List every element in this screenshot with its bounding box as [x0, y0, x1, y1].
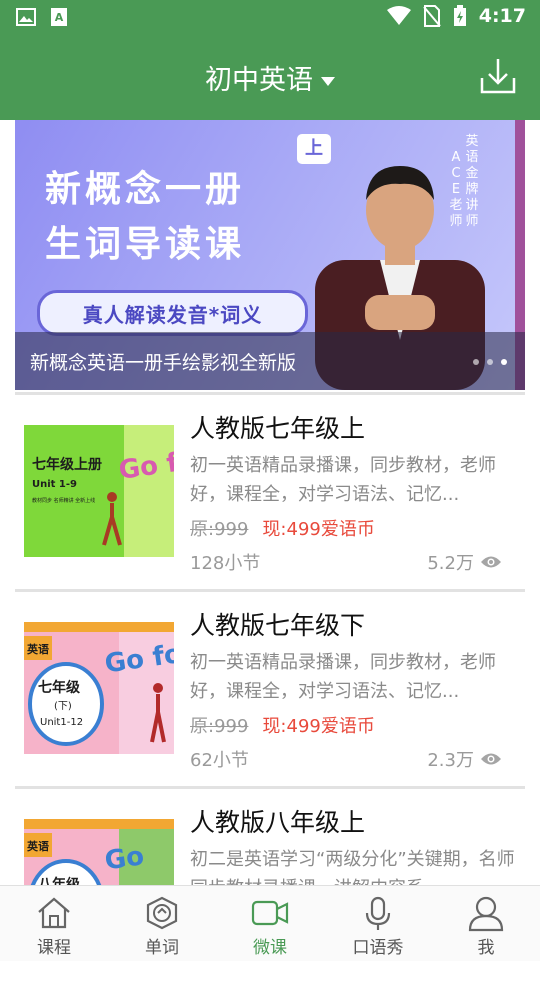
nav-item-microlesson[interactable]: 微课 [216, 886, 324, 961]
video-camera-icon [251, 900, 289, 926]
view-count-value: 5.2万 [427, 553, 474, 574]
current-price: 现:499爱语币 [262, 716, 375, 737]
course-description: 初一英语精品录播课，同步教材，老师好，课程全，对学习语法、记忆... [190, 652, 496, 702]
view-count: 2.3万 [427, 746, 502, 772]
lesson-count: 128小节 [190, 553, 261, 574]
svg-text:A: A [55, 11, 64, 24]
view-count-value: 2.3万 [427, 750, 474, 771]
carousel-dot [487, 359, 493, 365]
eye-icon [481, 753, 501, 765]
carousel-dot [473, 359, 479, 365]
thumb-sub: (下) [54, 701, 72, 712]
course-title: 人教版七年级下 [190, 611, 366, 640]
app-notification-icon: A [51, 8, 67, 26]
banner-line2: 生词导读课 [45, 224, 246, 265]
course-title: 人教版八年级上 [190, 808, 366, 837]
nav-label: 课程 [37, 938, 71, 958]
nav-label: 口语秀 [352, 938, 404, 958]
nav-item-speaking[interactable]: 口语秀 [324, 886, 432, 961]
current-price: 现:499爱语币 [262, 519, 375, 540]
course-price: 原:999 现:499爱语币 [190, 515, 375, 541]
banner-vertical-title: 英语金牌讲师 [465, 134, 479, 229]
thumb-units: Unit 1-9 [32, 479, 77, 490]
thumb-go-text: Go [103, 841, 146, 876]
download-icon[interactable] [478, 56, 518, 96]
thumb-tag: 英语 [26, 839, 49, 853]
promo-banner[interactable]: 新概念一册 生词导读课 上 真人解读发音*词义 英语金牌讲师 ACE老师 新概念… [15, 120, 525, 390]
thumb-title: 七年级 [38, 679, 81, 696]
original-price: 原:999 [190, 716, 249, 737]
user-icon [468, 896, 504, 932]
thumb-tag: 英语 [26, 642, 49, 656]
course-price: 原:999 现:499爱语币 [190, 712, 375, 738]
nav-label: 我 [477, 938, 495, 958]
original-price: 原:999 [190, 519, 249, 540]
carousel-dots [473, 359, 507, 365]
bottom-nav: 课程 单词 微课 口语秀 我 [0, 885, 540, 961]
lesson-count: 62小节 [190, 750, 249, 771]
thumb-title: 七年级上册 [32, 456, 102, 473]
home-icon [38, 897, 70, 929]
word-badge-icon [146, 896, 178, 930]
thumb-units: Unit1-12 [40, 717, 83, 728]
course-description: 初一英语精品录播课，同步教材，老师好，课程全，对学习语法、记忆... [190, 455, 496, 505]
grade-selector[interactable]: 初中英语 [0, 58, 540, 97]
course-item[interactable]: 英语 七年级 (下) Unit1-12 Go for it! 人教版七年级下 初… [0, 592, 540, 784]
nav-label: 微课 [253, 938, 287, 958]
course-thumbnail: 英语 七年级 (下) Unit1-12 Go for it! [24, 622, 174, 754]
carousel-dot-active [501, 359, 507, 365]
banner-caption-bar: 新概念英语一册手绘影视全新版 [15, 332, 525, 390]
course-thumbnail: 七年级上册 Unit 1-9 教材同步 名师精讲 全新上线 Go for it! [24, 425, 174, 557]
no-sim-icon [422, 5, 441, 27]
battery-charging-icon [453, 5, 466, 26]
thumb-note: 教材同步 名师精讲 全新上线 [32, 497, 95, 504]
image-notification-icon [16, 8, 36, 26]
app-bar: 初中英语 [0, 36, 540, 120]
nav-item-words[interactable]: 单词 [108, 886, 216, 961]
banner-pill: 真人解读发音*词义 [37, 290, 308, 336]
eye-icon [481, 556, 501, 568]
banner-caption: 新概念英语一册手绘影视全新版 [30, 352, 297, 374]
nav-item-courses[interactable]: 课程 [0, 886, 108, 961]
status-bar: A 4:17 [0, 0, 540, 36]
caret-down-icon [321, 77, 335, 86]
microphone-icon [365, 896, 391, 930]
grade-selector-label: 初中英语 [205, 65, 313, 96]
status-time: 4:17 [478, 5, 526, 27]
course-item[interactable]: 七年级上册 Unit 1-9 教材同步 名师精讲 全新上线 Go for it!… [0, 395, 540, 587]
banner-vertical-teacher: ACE老师 [449, 150, 463, 229]
wifi-icon [386, 6, 411, 25]
banner-line1: 新概念一册 [45, 169, 246, 210]
course-title: 人教版七年级上 [190, 414, 366, 443]
view-count: 5.2万 [427, 549, 502, 575]
nav-item-me[interactable]: 我 [432, 886, 540, 961]
nav-label: 单词 [145, 938, 179, 958]
